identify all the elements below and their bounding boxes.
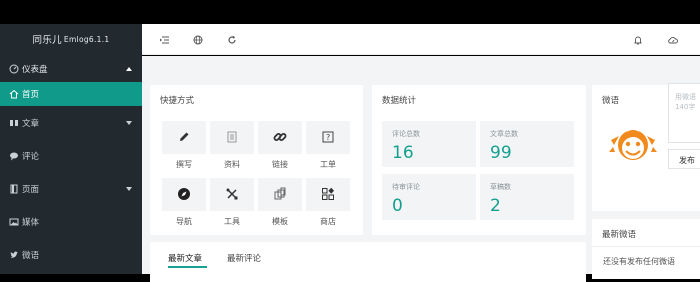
stat-value: 99 [490,143,512,163]
sidebar-item-label: 评论 [22,151,40,162]
quick-label: 资料 [224,160,240,169]
quick-store-button[interactable] [306,178,350,211]
svg-text:?: ? [326,133,330,142]
stat-label: 草稿数 [490,183,511,191]
sidebar-item-weiyu[interactable]: 微语 [0,238,142,271]
tab-latest-articles[interactable]: 最新文章 [168,252,202,264]
latest-articles-card: 最新文章 最新评论 [150,242,586,282]
sidebar-item-label: 文章 [22,118,40,129]
store-icon [321,187,335,203]
quick-tools-button[interactable] [210,178,254,211]
pencil-icon [177,130,191,146]
compass-icon [177,187,191,203]
cloud-icon[interactable] [666,34,678,46]
sidebar-item-label: 仪表盘 [22,65,48,75]
home-icon [9,89,19,99]
sidebar-item-label: 微语 [22,250,40,261]
link-icon [272,129,288,147]
tab-latest-comments[interactable]: 最新评论 [227,252,261,264]
sidebar-item-media[interactable]: 媒体 [0,205,142,238]
quick-label: 商店 [320,217,336,226]
quick-label: 工具 [224,217,240,226]
stat-label: 待审评论 [392,183,420,191]
main-content: 快捷方式 撰写 资料 链接 ? 工单 导航 工具 模板 商店 数据统计 评论总数… [142,56,700,282]
sidebar-item-dashboard[interactable]: 仪表盘 [0,54,142,84]
sidebar-item-articles[interactable]: 文章 [0,106,142,139]
sidebar-item-home[interactable]: 首页 [0,82,142,106]
quick-ticket-button[interactable]: ? [306,121,350,154]
bell-icon[interactable] [632,34,644,46]
weiyu-mascot-avatar [608,125,658,169]
chevron-down-icon [126,186,132,191]
article-icon [9,118,19,128]
weiyu-input[interactable]: 用微语 140字 [668,83,700,143]
dashboard-icon [9,64,19,74]
divider [592,246,700,247]
quick-profile-button[interactable] [210,121,254,154]
refresh-icon[interactable] [226,34,238,46]
stat-pending-comments[interactable]: 待审评论 0 [382,174,476,220]
weiyu-placeholder: 用微语 140字 [675,93,696,111]
chevron-up-icon [126,67,132,71]
sidebar-item-pages[interactable]: 页面 [0,172,142,205]
globe-icon[interactable] [192,34,204,46]
menu-collapse-icon[interactable] [158,34,170,46]
stats-card: 数据统计 评论总数 16 文章总数 99 待审评论 0 草稿数 2 [372,85,586,235]
quick-label: 工单 [320,160,336,169]
sidebar-item-label: 媒体 [22,217,40,228]
image-icon [9,217,19,227]
latest-weiyu-card: 最新微语 还没有发布任何微语 [592,219,700,279]
template-icon [273,187,287,203]
quick-label: 模板 [272,217,288,226]
tools-icon [225,187,239,203]
quick-link-button[interactable] [258,121,302,154]
stat-label: 文章总数 [490,130,518,138]
sidebar-item-label: 页面 [22,184,40,195]
stat-articles-total[interactable]: 文章总数 99 [480,121,574,167]
quick-nav-button[interactable] [162,178,206,211]
quick-write-button[interactable] [162,121,206,154]
quick-label: 链接 [272,160,288,169]
stat-value: 16 [392,143,414,163]
sidebar-item-comments[interactable]: 评论 [0,139,142,172]
document-icon [225,130,239,146]
stat-drafts[interactable]: 草稿数 2 [480,174,574,220]
brand-version: Emlog6.1.1 [63,34,110,44]
empty-message: 还没有发布任何微语 [603,257,675,266]
sidebar: 同乐儿 Emlog6.1.1 仪表盘 首页 文章 评论 页面 媒体 微语 [0,24,142,274]
card-title: 微语 [602,96,620,106]
stat-value: 0 [392,196,403,216]
brand[interactable]: 同乐儿 Emlog6.1.1 [0,24,142,54]
comment-icon [9,151,19,161]
quick-template-button[interactable] [258,178,302,211]
ticket-icon: ? [321,130,335,146]
quick-actions-card: 快捷方式 撰写 资料 链接 ? 工单 导航 工具 模板 商店 [150,85,363,235]
brand-name: 同乐儿 [32,35,62,46]
stat-comments-total[interactable]: 评论总数 16 [382,121,476,167]
active-tab-indicator [168,266,207,268]
quick-label: 撰写 [176,160,192,169]
page-icon [9,184,19,194]
quick-label: 导航 [176,217,192,226]
weiyu-publish-button[interactable]: 发布 [668,149,700,169]
stat-label: 评论总数 [392,130,420,138]
twitter-icon [9,250,19,260]
sidebar-item-label: 首页 [22,90,40,100]
card-title: 数据统计 [382,96,417,106]
top-toolbar [142,24,700,55]
card-title: 快捷方式 [160,96,195,106]
card-title: 最新微语 [602,230,637,240]
chevron-down-icon [126,120,132,125]
stat-value: 2 [490,196,501,216]
top-black-band [0,0,700,24]
